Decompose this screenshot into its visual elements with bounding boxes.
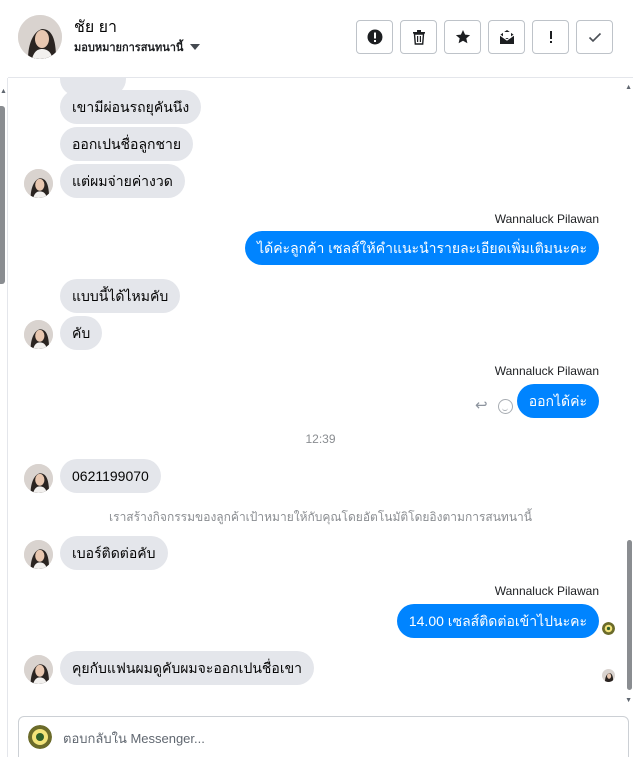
contact-name[interactable]: ชัย ยา — [74, 15, 117, 40]
message-bubble-incoming: เขามีผ่อนรถยุคันนึง — [60, 90, 202, 124]
message-bubble-incoming: คุยกับแฟนผมดูคับผมจะออกเปนชื่อเขา — [60, 651, 315, 685]
thread-scrollbar-thumb[interactable] — [627, 540, 632, 690]
contact-avatar-small — [24, 169, 53, 198]
trash-icon — [412, 30, 425, 45]
message-bubble-incoming: แต่ผมจ่ายค่างวด — [60, 164, 185, 198]
star-button[interactable] — [444, 20, 481, 54]
message-timestamp: 12:39 — [305, 432, 336, 446]
contact-avatar-small — [24, 320, 53, 349]
exclamation-icon — [549, 31, 552, 43]
contact-seen-avatar — [602, 669, 615, 682]
contact-avatar-small — [24, 540, 53, 569]
agent-name: Wannaluck Pilawan — [494, 584, 599, 598]
scroll-down-arrow-icon[interactable]: ▼ — [625, 697, 632, 704]
report-button[interactable] — [356, 20, 393, 54]
star-icon — [455, 30, 470, 44]
message-thread[interactable]: เขามีผ่อนรถยุคันนึง ออกเปนชื่อลูกชาย แต่… — [8, 78, 623, 710]
agent-name: Wannaluck Pilawan — [494, 364, 599, 378]
reply-icon[interactable]: ↩ — [475, 396, 488, 414]
message-bubble-incoming: แบบนี้ได้ไหมคับ — [60, 279, 181, 313]
message-bubble-incoming: เบอร์ติดต่อคับ — [60, 536, 168, 570]
left-scrollbar-thumb[interactable] — [0, 106, 5, 284]
scroll-up-arrow-icon[interactable]: ▲ — [0, 88, 7, 95]
message-bubble-incoming: คับ — [60, 316, 103, 350]
page-seen-icon — [602, 622, 615, 635]
assign-label: มอบหมายการสนทนานี้ — [74, 42, 184, 54]
assign-conversation-dropdown[interactable]: มอบหมายการสนทนานี้ — [74, 38, 201, 56]
caret-down-icon — [190, 44, 201, 50]
delete-button[interactable] — [400, 20, 437, 54]
reply-input[interactable] — [63, 731, 583, 746]
check-icon — [588, 32, 601, 43]
mark-unread-button[interactable] — [488, 20, 525, 54]
message-bubble-incoming: ออกเปนชื่อลูกชาย — [60, 127, 194, 161]
mark-done-button[interactable] — [576, 20, 613, 54]
header-toolbar — [356, 20, 613, 54]
thread-scrollbar[interactable]: ▲ ▼ — [624, 78, 633, 708]
message-bubble-outgoing: ได้ค่ะลูกค้า เซลส์ให้คำแนะนำรายละเอียดเพ… — [245, 231, 599, 265]
contact-avatar-small — [24, 655, 53, 684]
follow-up-button[interactable] — [532, 20, 569, 54]
message-bubble-outgoing: 14.00 เซลส์ติดต่อเข้าไปนะคะ — [396, 604, 599, 638]
conversation-header: ชัย ยา มอบหมายการสนทนานี้ — [8, 0, 633, 78]
scroll-up-arrow-icon[interactable]: ▲ — [625, 84, 632, 91]
page-logo-icon — [28, 725, 52, 749]
agent-name: Wannaluck Pilawan — [494, 212, 599, 226]
alert-circle-icon — [367, 29, 382, 45]
reply-composer[interactable] — [18, 716, 629, 757]
contact-avatar[interactable] — [18, 15, 62, 59]
message-bubble-incoming: 0621199070 — [60, 459, 161, 493]
message-bubble-outgoing: ออกได้ค่ะ — [516, 384, 599, 418]
envelope-icon — [499, 30, 514, 44]
emoji-react-icon[interactable] — [498, 399, 513, 414]
left-scrollbar[interactable]: ▲ — [0, 78, 8, 757]
system-notice: เราสร้างกิจกรรมของลูกค้าเป้าหมายให้กับคุ… — [109, 510, 532, 524]
contact-avatar-small — [24, 464, 53, 493]
